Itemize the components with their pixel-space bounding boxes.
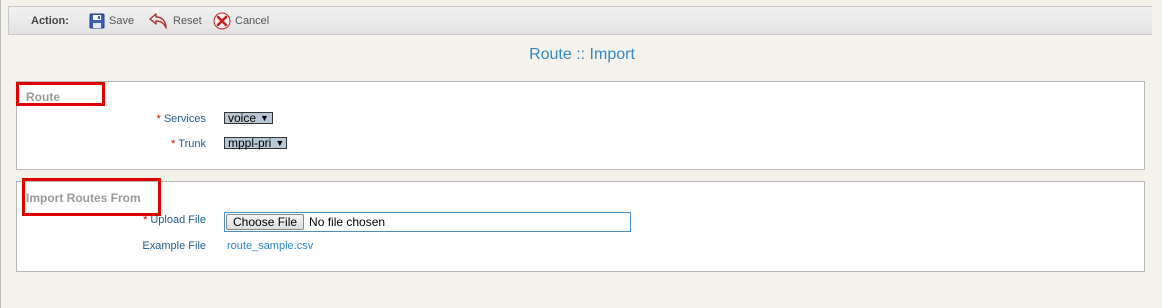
- choose-file-button[interactable]: Choose File: [226, 214, 305, 230]
- reset-label: Reset: [173, 15, 202, 27]
- route-fieldset: [16, 81, 1145, 170]
- required-mark: *: [156, 113, 161, 125]
- reset-button[interactable]: Reset: [149, 11, 202, 31]
- file-status: No file chosen: [309, 215, 386, 229]
- import-legend-highlight: [22, 178, 161, 216]
- cancel-x-icon: [213, 12, 235, 30]
- services-label: * Services: [101, 113, 206, 125]
- upload-file-label: * Upload File: [101, 214, 206, 226]
- page-title: Route :: Import: [529, 46, 635, 63]
- cancel-label: Cancel: [235, 15, 270, 27]
- required-mark: *: [171, 138, 176, 150]
- trunk-label: * Trunk: [101, 138, 206, 150]
- example-file-link[interactable]: route_sample.csv: [227, 240, 313, 252]
- trunk-label-text: Trunk: [178, 138, 206, 150]
- trunk-value: mppl-pri: [228, 136, 272, 150]
- save-icon: [89, 13, 109, 29]
- action-label: Action:: [31, 15, 69, 27]
- services-value: voice: [228, 111, 257, 125]
- trunk-select[interactable]: mppl-pri ▼: [224, 137, 287, 149]
- dropdown-arrow-icon: ▼: [275, 138, 285, 148]
- undo-arrow-icon: [149, 12, 173, 30]
- save-label: Save: [109, 15, 135, 27]
- page: Action: Save Reset Cancel Route:: Impor…: [0, 0, 1162, 308]
- cancel-button[interactable]: Cancel: [213, 11, 269, 31]
- required-mark: *: [143, 214, 148, 226]
- action-toolbar: Action: Save Reset Cancel: [8, 6, 1152, 35]
- services-select[interactable]: voice ▼: [224, 112, 273, 124]
- upload-file-label-text: Upload File: [150, 214, 206, 226]
- services-label-text: Services: [163, 113, 206, 125]
- save-button[interactable]: Save: [89, 11, 134, 31]
- dropdown-arrow-icon: ▼: [260, 113, 269, 123]
- upload-file-input[interactable]: Choose File No file chosen: [224, 212, 631, 232]
- example-file-label: Example File: [142, 240, 206, 252]
- route-legend-highlight: [16, 82, 105, 106]
